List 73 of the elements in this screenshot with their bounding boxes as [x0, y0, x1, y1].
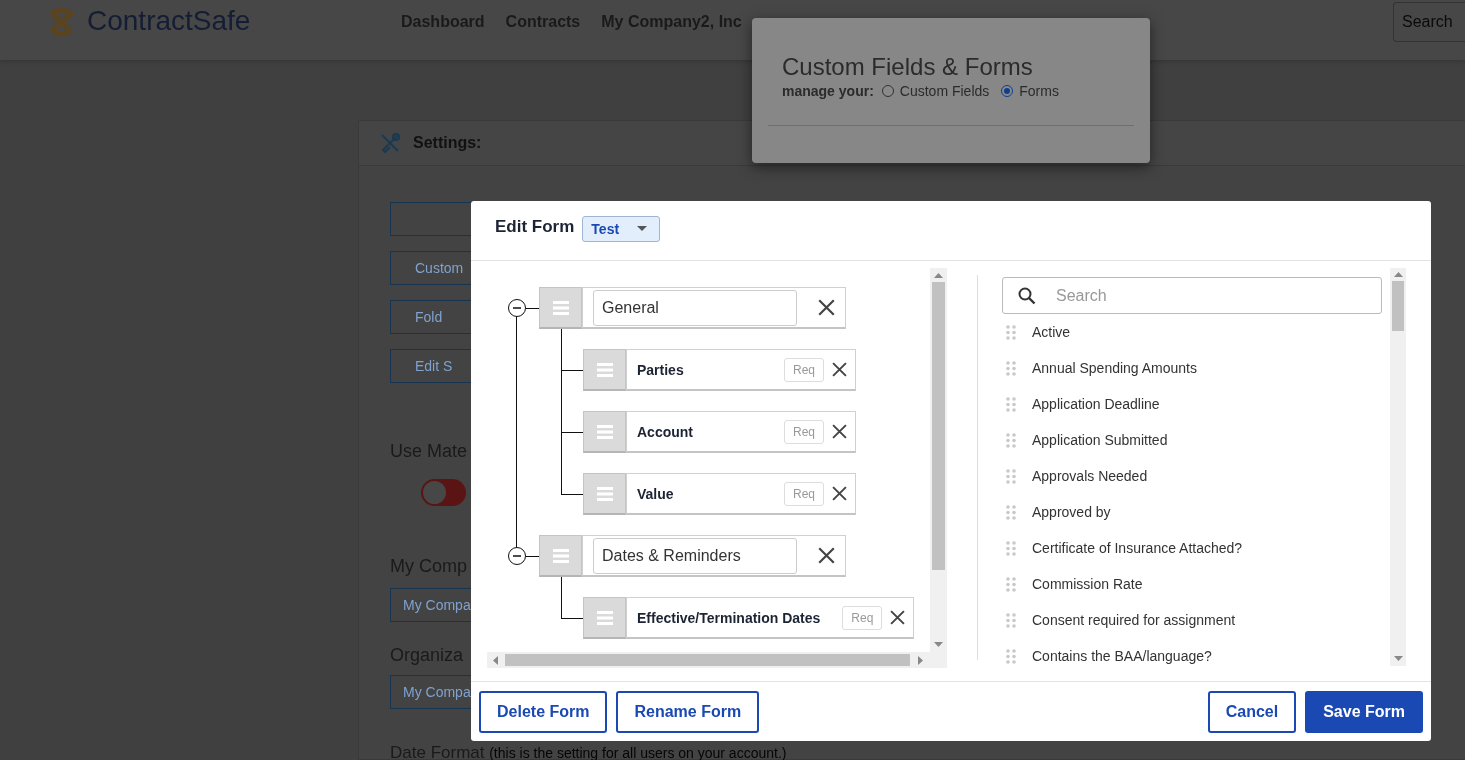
close-icon[interactable]: [890, 610, 906, 625]
drag-dots-icon[interactable]: [1006, 648, 1016, 664]
tools-icon: [379, 132, 401, 154]
dialog-title: Edit Form: [495, 216, 575, 237]
field-list-item[interactable]: Contains the BAA/language?: [1032, 648, 1212, 664]
close-icon[interactable]: [832, 362, 847, 377]
collapse-icon[interactable]: [508, 299, 526, 317]
scroll-thumb[interactable]: [932, 282, 945, 570]
settings-button[interactable]: Custom: [390, 251, 472, 285]
close-icon[interactable]: [832, 486, 847, 501]
field-label: Effective/Termination Dates: [637, 609, 822, 626]
radio-label[interactable]: Forms: [1019, 82, 1059, 100]
field-label: Parties: [637, 361, 685, 378]
group-name-field[interactable]: Dates & Reminders: [593, 537, 797, 574]
caret-icon: [637, 225, 648, 232]
drag-dots-icon[interactable]: [1006, 468, 1016, 484]
drag-handle[interactable]: [583, 411, 626, 453]
scrollbar[interactable]: [1390, 268, 1406, 666]
drag-dots-icon[interactable]: [1006, 612, 1016, 628]
field-label: Value: [637, 485, 675, 502]
field-list-item[interactable]: Certificate of Insurance Attached?: [1032, 540, 1243, 556]
close-icon[interactable]: [818, 299, 835, 316]
group-name-field[interactable]: General: [593, 289, 797, 326]
field-list-item[interactable]: Annual Spending Amounts: [1032, 360, 1197, 376]
field-list-item[interactable]: Active: [1032, 324, 1071, 340]
popup-title: Custom Fields & Forms: [782, 52, 1034, 82]
drag-handle[interactable]: [539, 535, 582, 577]
scroll-thumb[interactable]: [1392, 281, 1404, 331]
form-button[interactable]: Save Form: [1305, 690, 1423, 733]
radio-label[interactable]: Custom Fields: [899, 82, 990, 100]
toggle-switch[interactable]: [421, 479, 466, 506]
collapse-icon[interactable]: [508, 547, 526, 565]
search-field[interactable]: Search: [1002, 277, 1382, 314]
radio-button[interactable]: [1001, 85, 1014, 97]
scrollbar[interactable]: [487, 652, 947, 668]
close-icon[interactable]: [832, 424, 847, 439]
scroll-right-icon[interactable]: [918, 655, 923, 665]
field-list-item[interactable]: Consent required for assignment: [1032, 612, 1236, 628]
drag-dots-icon[interactable]: [1006, 360, 1016, 376]
settings-button[interactable]: [390, 202, 472, 236]
settings-button[interactable]: Fold: [390, 300, 472, 334]
form-select[interactable]: Test: [582, 215, 661, 242]
field-label: Account: [637, 423, 694, 440]
drag-handle[interactable]: [583, 597, 626, 639]
form-button[interactable]: Rename Form: [616, 690, 760, 733]
scroll-down-icon[interactable]: [934, 642, 943, 647]
field-list-item[interactable]: Approved by: [1032, 504, 1111, 520]
drag-dots-icon[interactable]: [1006, 540, 1016, 556]
drag-handle[interactable]: [583, 349, 626, 391]
scroll-up-icon[interactable]: [934, 273, 943, 278]
field-list-item[interactable]: Approvals Needed: [1032, 468, 1148, 484]
drag-dots-icon[interactable]: [1006, 576, 1016, 592]
drag-dots-icon[interactable]: [1006, 504, 1016, 520]
field-list-item[interactable]: Application Submitted: [1032, 432, 1168, 448]
form-button[interactable]: Cancel: [1207, 690, 1297, 733]
settings-button[interactable]: Edit S: [390, 349, 472, 383]
drag-handle[interactable]: [539, 287, 582, 329]
scrollbar[interactable]: [930, 268, 947, 652]
scroll-down-icon[interactable]: [1393, 656, 1403, 661]
close-icon[interactable]: [818, 547, 835, 564]
radio-button[interactable]: [881, 85, 894, 97]
drag-dots-icon[interactable]: [1006, 432, 1016, 448]
manage-label: manage your:: [782, 82, 874, 100]
field-list-item[interactable]: Commission Rate: [1032, 576, 1143, 592]
form-button[interactable]: Delete Form: [479, 690, 608, 733]
drag-dots-icon[interactable]: [1006, 324, 1016, 340]
scroll-up-icon[interactable]: [1393, 272, 1403, 277]
scroll-thumb[interactable]: [505, 654, 910, 666]
field-list-item[interactable]: Application Deadline: [1032, 396, 1160, 412]
search-field[interactable]: Search: [1393, 2, 1465, 42]
drag-handle[interactable]: [583, 473, 626, 515]
drag-dots-icon[interactable]: [1006, 396, 1016, 412]
scroll-left-icon[interactable]: [493, 655, 498, 665]
